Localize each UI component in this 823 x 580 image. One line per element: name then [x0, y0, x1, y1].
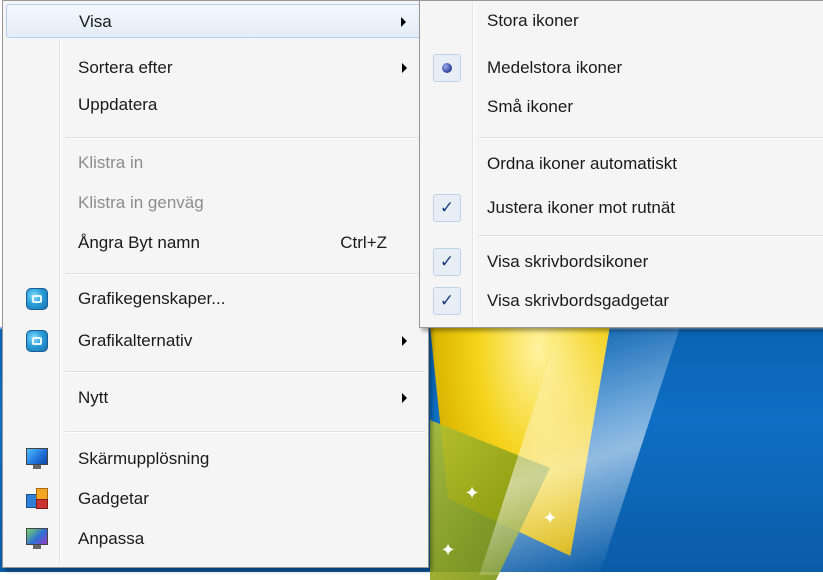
menu-item-undo-rename[interactable]: Ångra Byt namn Ctrl+Z [6, 226, 425, 260]
menu-item-label: Uppdatera [78, 95, 158, 114]
menu-item-sort-by[interactable]: Sortera efter [6, 51, 425, 85]
menu-item-label: Stora ikoner [487, 11, 579, 30]
submenu-item-show-desktop-gadgets[interactable]: ✓ Visa skrivbordsgadgetar [423, 284, 823, 318]
menu-item-gadgets[interactable]: Gadgetar [6, 482, 425, 516]
submenu-item-auto-arrange[interactable]: Ordna ikoner automatiskt [423, 147, 823, 181]
graphics-options-icon [26, 330, 48, 352]
menu-item-label: Visa skrivbordsgadgetar [487, 291, 670, 310]
personalize-icon [26, 528, 48, 550]
submenu-item-medium-icons[interactable]: Medelstora ikoner [423, 51, 823, 85]
menu-item-refresh[interactable]: Uppdatera [6, 88, 425, 122]
submenu-item-show-desktop-icons[interactable]: ✓ Visa skrivbordsikoner [423, 245, 823, 279]
submenu-item-large-icons[interactable]: Stora ikoner [423, 4, 823, 38]
menu-item-new[interactable]: Nytt [6, 381, 425, 415]
sparkle-icon: ✦ [464, 483, 480, 503]
sparkle-icon: ✦ [440, 540, 456, 560]
menu-item-graphics-properties[interactable]: Grafikegenskaper... [6, 282, 425, 316]
submenu-item-align-to-grid[interactable]: ✓ Justera ikoner mot rutnät [423, 191, 823, 225]
view-submenu: Stora ikoner Medelstora ikoner Små ikone… [419, 0, 823, 328]
menu-item-label: Justera ikoner mot rutnät [487, 198, 676, 217]
submenu-arrow-icon [401, 17, 406, 27]
menu-item-paste: Klistra in [6, 146, 425, 180]
checkmark-icon: ✓ [433, 287, 461, 315]
menu-item-paste-shortcut: Klistra in genväg [6, 186, 425, 220]
menu-item-label: Skärmupplösning [78, 449, 210, 468]
menu-item-label: Grafikegenskaper... [78, 289, 226, 308]
menu-separator [478, 137, 823, 139]
graphics-properties-icon [26, 288, 48, 310]
menu-item-screen-resolution[interactable]: Skärmupplösning [6, 442, 425, 476]
submenu-arrow-icon [402, 63, 407, 73]
radio-indicator [433, 54, 461, 82]
submenu-arrow-icon [402, 336, 407, 346]
menu-item-label: Gadgetar [78, 489, 149, 508]
checkmark-icon: ✓ [433, 248, 461, 276]
menu-item-label: Klistra in [78, 153, 144, 172]
gadgets-icon [26, 488, 48, 510]
menu-item-label: Nytt [78, 388, 109, 407]
sparkle-icon: ✦ [542, 508, 558, 528]
menu-item-graphics-options[interactable]: Grafikalternativ [6, 324, 425, 358]
submenu-item-small-icons[interactable]: Små ikoner [423, 90, 823, 124]
menu-separator [65, 431, 425, 433]
menu-item-label: Små ikoner [487, 97, 573, 116]
menu-separator [65, 273, 425, 275]
shortcut-text: Ctrl+Z [340, 233, 387, 252]
menu-item-label: Ordna ikoner automatiskt [487, 154, 677, 173]
desktop-context-menu: Visa Sortera efter Uppdatera Klistra in … [2, 0, 429, 568]
submenu-arrow-icon [402, 393, 407, 403]
screen-resolution-icon [26, 448, 48, 470]
menu-item-label: Anpassa [78, 529, 145, 548]
menu-separator [65, 137, 425, 139]
menu-item-label: Grafikalternativ [78, 331, 193, 350]
menu-item-personalize[interactable]: Anpassa [6, 522, 425, 556]
menu-item-label: Sortera efter [78, 58, 173, 77]
menu-item-label: Visa [79, 12, 112, 31]
menu-item-view[interactable]: Visa [6, 4, 425, 38]
menu-separator [478, 235, 823, 237]
menu-separator [65, 371, 425, 373]
menu-item-label: Ångra Byt namn [78, 233, 200, 252]
radio-dot-icon [442, 63, 452, 73]
menu-item-label: Visa skrivbordsikoner [487, 252, 649, 271]
menu-item-label: Medelstora ikoner [487, 58, 623, 77]
menu-item-label: Klistra in genväg [78, 193, 204, 212]
checkmark-icon: ✓ [433, 194, 461, 222]
